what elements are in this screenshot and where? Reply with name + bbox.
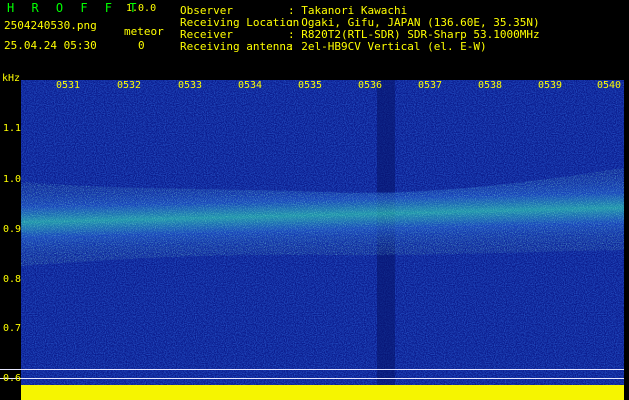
meteor-label: meteor [124, 25, 164, 38]
meteor-count: 0 [138, 39, 145, 52]
x-tick-label: 0539 [538, 80, 563, 91]
antenna-key: Receiving antenna [180, 40, 293, 53]
x-tick-label: 0535 [298, 80, 323, 91]
x-tick-label: 0533 [178, 80, 203, 91]
x-tick-label: 0532 [117, 80, 142, 91]
power-level-bar [21, 385, 624, 400]
baseline-line-upper [0, 369, 629, 370]
spectrogram-display [21, 80, 624, 387]
frequency-unit-label: kHz [2, 73, 21, 84]
x-tick-label: 0540 [597, 80, 622, 91]
y-tick-label: 1.1 [3, 123, 22, 134]
spectrogram-svg [21, 80, 624, 387]
y-tick-label: 0.6 [3, 373, 22, 384]
right-border [624, 72, 629, 400]
datetime-label: 25.04.24 05:30 [4, 39, 97, 52]
filename-label: 2504240530.png [4, 19, 97, 32]
x-tick-label: 0537 [418, 80, 443, 91]
y-tick-label: 0.9 [3, 224, 22, 235]
x-tick-label: 0538 [478, 80, 503, 91]
x-tick-label: 0534 [238, 80, 263, 91]
version-label: 1.0.0 [126, 3, 157, 14]
x-tick-label: 0536 [358, 80, 383, 91]
x-tick-label: 0531 [56, 80, 81, 91]
baseline-line-lower [0, 378, 629, 379]
header-panel: H R O F F T 1.0.0 2504240530.png 25.04.2… [0, 0, 629, 72]
app-title: H R O F F T [7, 1, 142, 15]
y-tick-label: 0.8 [3, 274, 22, 285]
y-tick-label: 0.7 [3, 323, 22, 334]
y-tick-label: 1.0 [3, 174, 22, 185]
antenna-value: : 2el-HB9CV Vertical (el. E-W) [288, 40, 487, 53]
